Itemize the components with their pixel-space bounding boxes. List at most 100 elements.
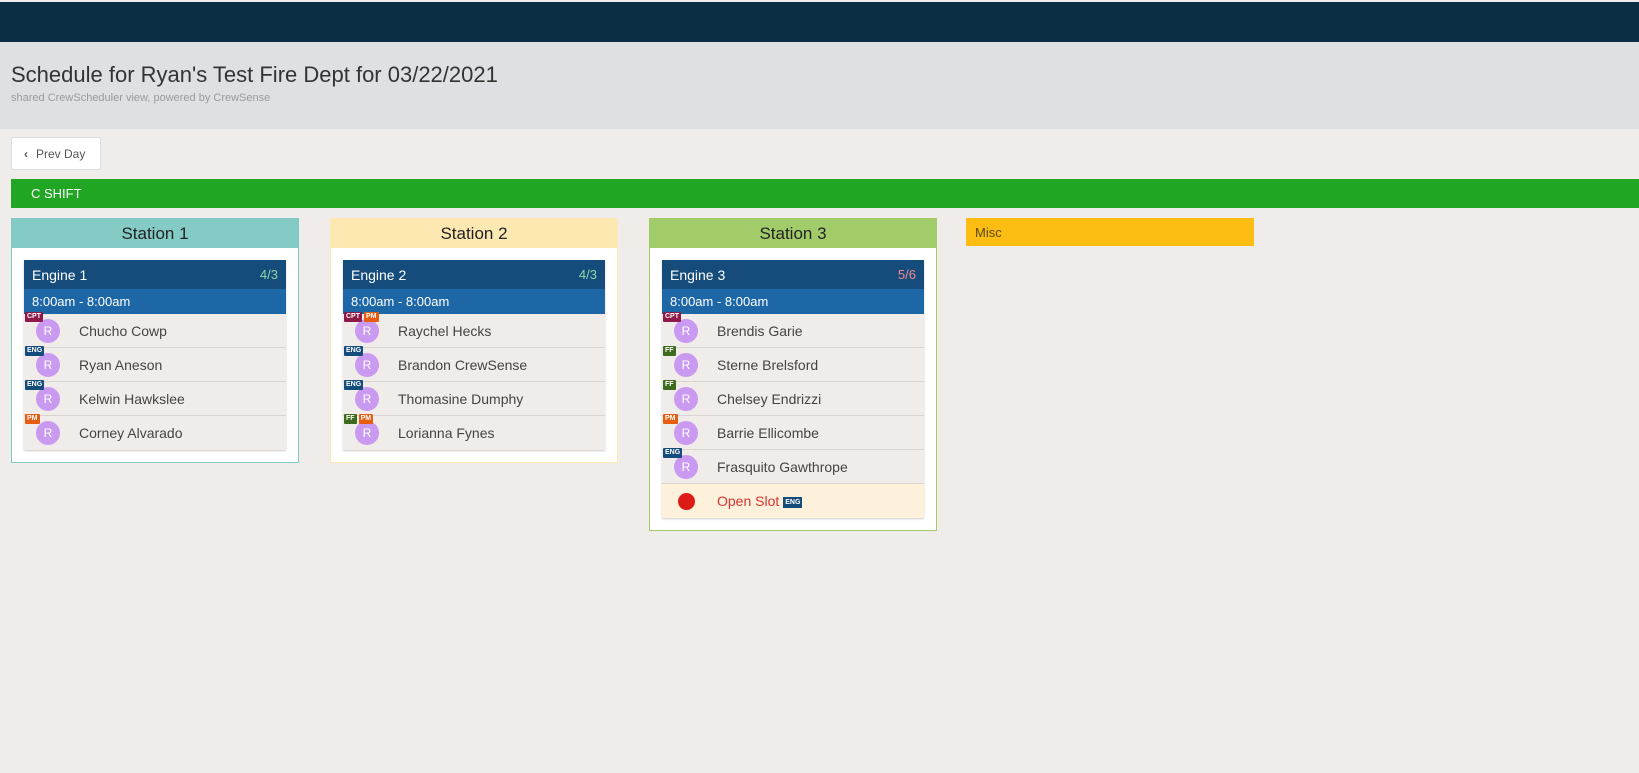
shift-bar: C SHIFT <box>11 179 1639 208</box>
misc-label: Misc <box>975 224 1002 240</box>
avatar: R <box>674 353 698 377</box>
prev-day-button[interactable]: ‹ Prev Day <box>11 137 101 170</box>
station-title: Station 3 <box>650 219 936 248</box>
crew-name: Ryan Aneson <box>79 356 163 373</box>
crew-row[interactable]: FF R Sterne Brelsford <box>662 346 924 382</box>
page-title: Schedule for Ryan's Test Fire Dept for 0… <box>11 62 498 87</box>
apparatus-header[interactable]: Engine 3 5/6 <box>662 260 924 289</box>
rank-badges: FF <box>663 380 676 390</box>
crew-name: Barrie Ellicombe <box>717 424 819 441</box>
rank-badge: ENG <box>663 448 683 458</box>
page-subtitle: shared CrewScheduler view, powered by Cr… <box>11 92 271 104</box>
crew-name: Lorianna Fynes <box>398 425 495 441</box>
avatar: R <box>355 421 379 445</box>
avatar: R <box>36 319 60 343</box>
station-1-panel: Station 1 Engine 1 4/3 8:00am - 8:00am C… <box>11 218 299 463</box>
apparatus-name: Engine 1 <box>32 266 88 283</box>
staffing-count: 4/3 <box>259 267 278 282</box>
crew-row[interactable]: ENG R Kelwin Hawkslee <box>24 380 286 416</box>
avatar: R <box>36 353 60 377</box>
rank-badges: PM <box>663 414 678 424</box>
apparatus-card: Engine 2 4/3 8:00am - 8:00am CPT PM R Raych… <box>343 260 605 450</box>
avatar: R <box>674 387 698 411</box>
apparatus-name: Engine 2 <box>351 266 407 283</box>
rank-badge: FF <box>663 380 676 390</box>
open-slot-row[interactable]: Open Slot ENG <box>662 484 924 518</box>
rank-badge: ENG <box>783 496 803 508</box>
crew-row[interactable]: PM R Barrie Ellicombe <box>662 414 924 450</box>
crew-row[interactable]: CPT R Brendis Garie <box>662 312 924 348</box>
station-title: Station 1 <box>12 219 298 248</box>
rank-badge: CPT <box>25 312 43 322</box>
avatar: R <box>355 387 379 411</box>
crew-row[interactable]: FF R Chelsey Endrizzi <box>662 380 924 416</box>
avatar: R <box>674 455 698 479</box>
apparatus-name: Engine 3 <box>670 266 726 283</box>
misc-panel[interactable]: Misc <box>966 218 1254 246</box>
crew-name: Frasquito Gawthrope <box>717 458 848 475</box>
apparatus-card: Engine 3 5/6 8:00am - 8:00am CPT R Brendis… <box>662 260 924 518</box>
crew-name: Thomasine Dumphy <box>398 390 524 407</box>
avatar: R <box>355 319 379 343</box>
rank-badges: CPT <box>663 312 681 322</box>
staffing-count: 5/6 <box>897 267 916 282</box>
crew-row[interactable]: ENG R Frasquito Gawthrope <box>662 448 924 484</box>
chevron-left-icon: ‹ <box>24 146 28 161</box>
crew-row[interactable]: PM R Corney Alvarado <box>24 414 286 450</box>
apparatus-header[interactable]: Engine 1 4/3 <box>24 260 286 289</box>
apparatus-time: 8:00am - 8:00am <box>662 289 924 314</box>
avatar: R <box>674 421 698 445</box>
shift-label: C SHIFT <box>31 186 82 201</box>
rank-badge: ENG <box>25 380 45 390</box>
rank-badges: ENG <box>344 346 364 356</box>
rank-badges: ENG <box>25 380 45 390</box>
rank-badges: ENG <box>25 346 45 356</box>
rank-badges: CPT PM <box>344 312 379 322</box>
rank-badge: ENG <box>344 346 364 356</box>
crew-name: Kelwin Hawkslee <box>79 390 185 407</box>
crew-name: Raychel Hecks <box>398 322 492 339</box>
rank-badge: CPT <box>344 312 362 322</box>
crew-name: Chelsey Endrizzi <box>717 390 822 407</box>
station-title: Station 2 <box>331 219 617 248</box>
crew-row[interactable]: ENG R Brandon CrewSense <box>343 346 605 382</box>
avatar: R <box>36 387 60 411</box>
avatar: R <box>674 319 698 343</box>
top-navbar <box>0 2 1639 42</box>
rank-badges: PM <box>25 414 40 424</box>
rank-badge: ENG <box>25 346 45 356</box>
staffing-count: 4/3 <box>578 267 597 282</box>
rank-badges: ENG <box>663 448 683 458</box>
crew-row[interactable]: CPT PM R Raychel Hecks <box>343 312 605 348</box>
rank-badge: FF <box>344 414 357 424</box>
crew-name: Brandon CrewSense <box>398 356 528 373</box>
rank-badge: FF <box>663 346 676 356</box>
rank-badge: PM <box>25 414 40 424</box>
rank-badge: PM <box>663 414 678 424</box>
rank-badges: FF PM <box>344 414 374 424</box>
crew-name: Sterne Brelsford <box>717 356 819 373</box>
open-slot-text: Open Slot <box>717 493 780 509</box>
rank-badge: PM <box>364 312 379 322</box>
apparatus-time: 8:00am - 8:00am <box>343 289 605 314</box>
crew-name: Brendis Garie <box>717 322 803 339</box>
crew-row[interactable]: ENG R Ryan Aneson <box>24 346 286 382</box>
apparatus-header[interactable]: Engine 2 4/3 <box>343 260 605 289</box>
rank-badges: ENG <box>344 380 364 390</box>
avatar: R <box>36 421 60 445</box>
rank-badge: ENG <box>344 380 364 390</box>
station-2-panel: Station 2 Engine 2 4/3 8:00am - 8:00am C… <box>330 218 618 463</box>
crew-name: Chucho Cowp <box>79 322 167 339</box>
crew-row[interactable]: FF PM R Lorianna Fynes <box>343 414 605 450</box>
open-slot-label: Open Slot ENG <box>717 493 803 509</box>
prev-day-label: Prev Day <box>36 146 86 161</box>
rank-badge: CPT <box>663 312 681 322</box>
page-header: Schedule for Ryan's Test Fire Dept for 0… <box>0 42 1639 129</box>
crew-name: Corney Alvarado <box>79 425 183 441</box>
apparatus-card: Engine 1 4/3 8:00am - 8:00am CPT R Chucho … <box>24 260 286 450</box>
crew-row[interactable]: CPT R Chucho Cowp <box>24 312 286 348</box>
rank-badge: PM <box>358 414 374 424</box>
crew-row[interactable]: ENG R Thomasine Dumphy <box>343 380 605 416</box>
avatar: R <box>355 353 379 377</box>
open-slot-icon <box>678 493 695 510</box>
